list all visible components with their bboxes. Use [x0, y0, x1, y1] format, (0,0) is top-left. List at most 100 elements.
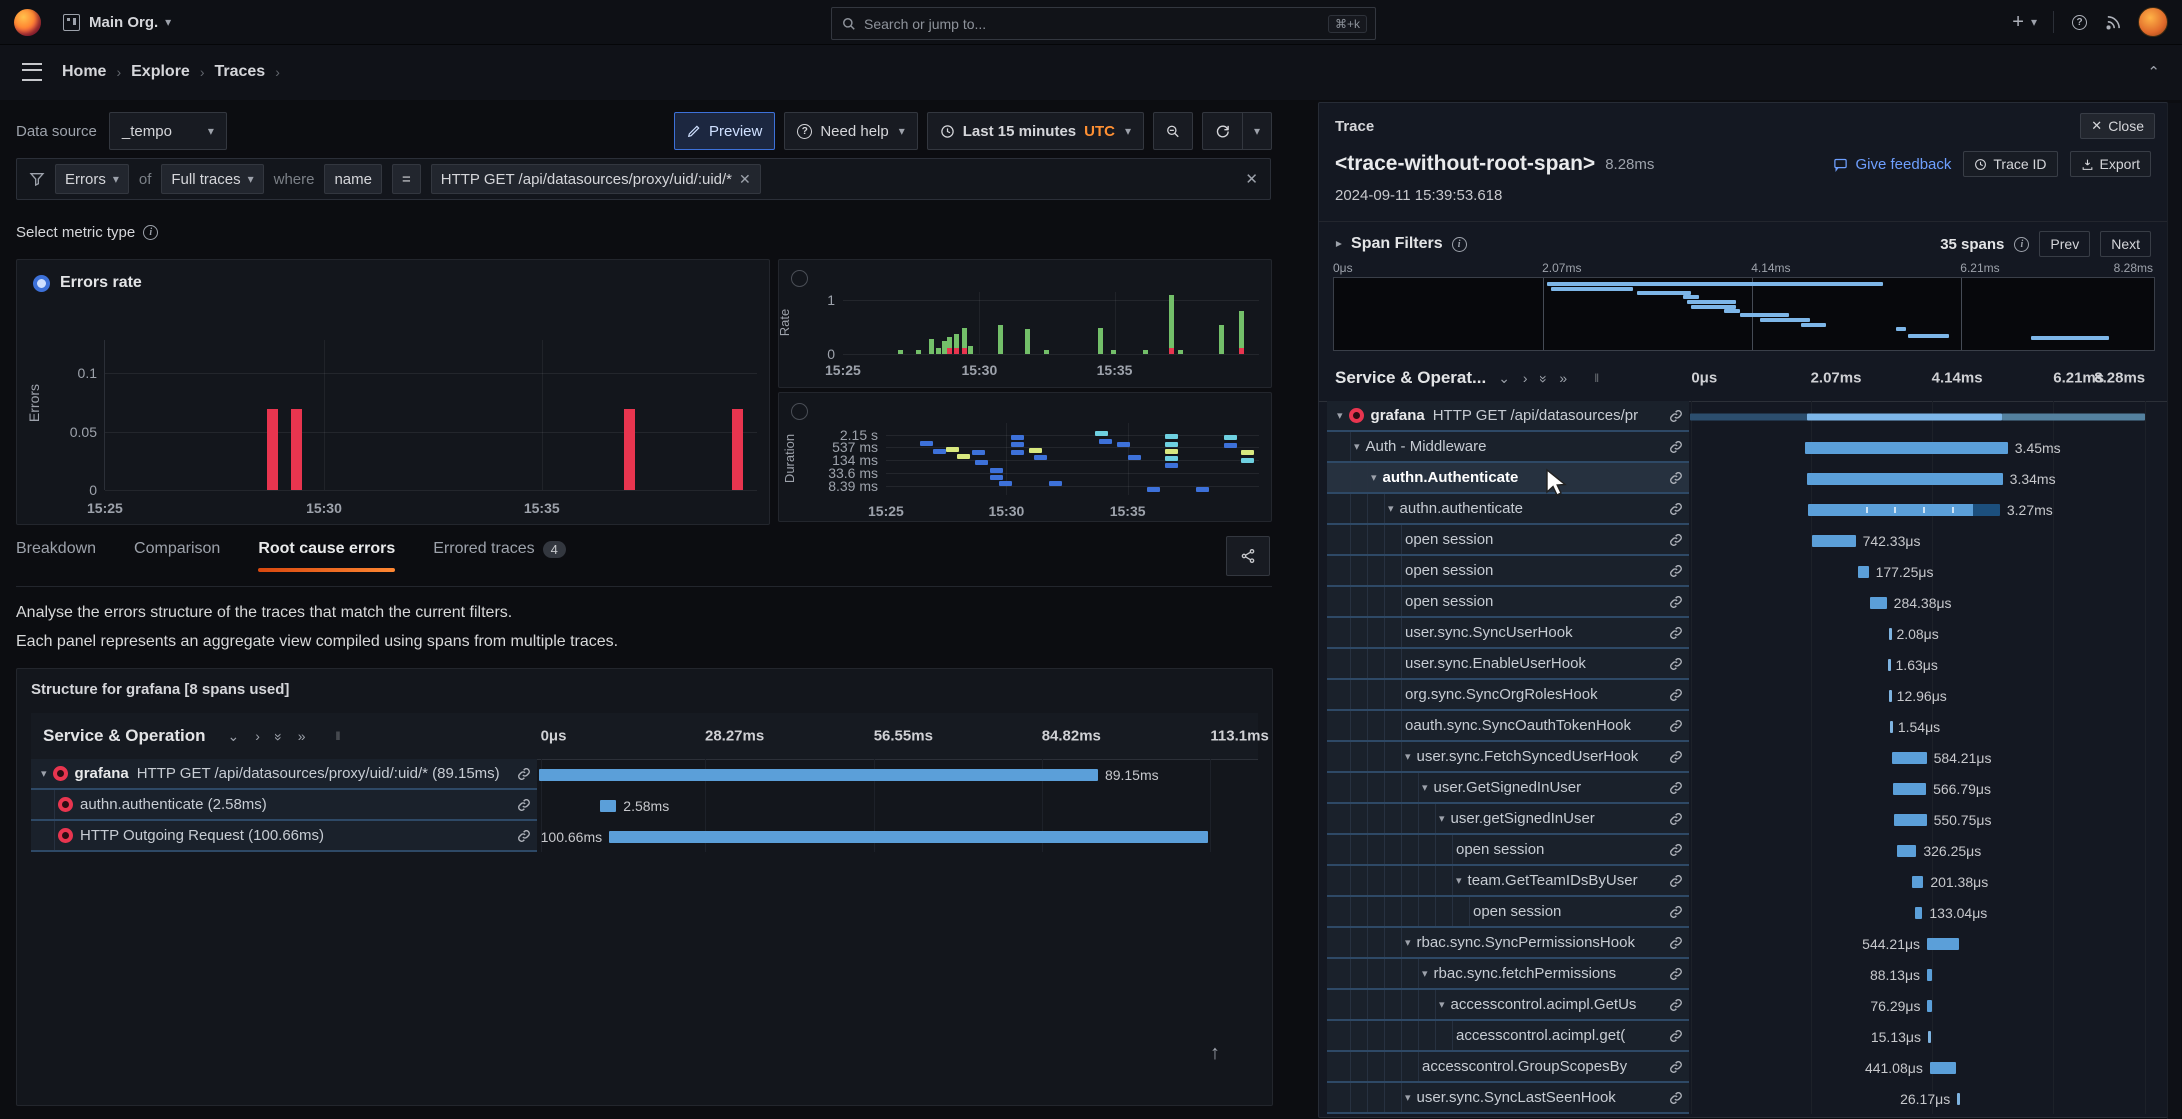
span-bar[interactable] — [1927, 938, 1959, 950]
span-name-cell[interactable]: open session — [1327, 897, 1689, 928]
span-filters-label[interactable]: Span Filters — [1351, 235, 1443, 253]
collapse-one-icon[interactable]: ⌄ — [1498, 370, 1510, 387]
link-icon[interactable] — [1669, 688, 1683, 702]
span-row[interactable]: ▾rbac.sync.fetchPermissions88.13μs — [1327, 959, 2153, 990]
tab-comparison[interactable]: Comparison — [134, 540, 220, 572]
breadcrumb[interactable]: Home›Explore›Traces› — [62, 63, 280, 81]
need-help-button[interactable]: ? Need help▾ — [784, 112, 917, 150]
filter-value[interactable]: HTTP GET /api/datasources/proxy/uid/:uid… — [431, 164, 761, 194]
close-button[interactable]: ✕Close — [2080, 113, 2155, 139]
link-icon[interactable] — [1669, 719, 1683, 733]
span-name-cell[interactable]: ▾user.getSignedInUser — [1327, 804, 1689, 835]
collapse-all-icon[interactable]: » — [271, 733, 287, 739]
span-bar[interactable] — [1858, 566, 1868, 578]
collapse-one-icon[interactable]: ⌄ — [228, 728, 240, 745]
span-timeline-cell[interactable]: 1.63μs — [1689, 649, 2153, 680]
grafana-logo[interactable] — [14, 9, 41, 36]
trace-minimap[interactable] — [1333, 277, 2155, 351]
span-timeline-cell[interactable]: 284.38μs — [1689, 587, 2153, 618]
expand-all-icon[interactable]: » — [298, 728, 306, 744]
span-timeline-cell[interactable]: 326.25μs — [1689, 835, 2153, 866]
span-row[interactable]: ▾Auth - Middleware3.45ms — [1327, 432, 2153, 463]
span-row[interactable]: ▾user.sync.SyncLastSeenHook26.17μs — [1327, 1083, 2153, 1114]
prev-button[interactable]: Prev — [2039, 231, 2090, 257]
link-icon[interactable] — [1669, 409, 1683, 423]
chevron-down-icon[interactable]: ▾ — [1439, 812, 1445, 825]
rate-chart[interactable]: 1015:2515:3015:35 — [843, 292, 1259, 354]
expand-one-icon[interactable]: › — [255, 728, 260, 744]
span-name-cell[interactable]: ▾rbac.sync.fetchPermissions — [1327, 959, 1689, 990]
span-row[interactable]: open session177.25μs — [1327, 556, 2153, 587]
link-icon[interactable] — [1669, 998, 1683, 1012]
zoom-out-button[interactable] — [1153, 112, 1193, 150]
span-name-cell[interactable]: ▾team.GetTeamIDsByUser — [1327, 866, 1689, 897]
span-row[interactable]: ▾authn.Authenticate3.34ms — [1327, 463, 2153, 494]
span-bar[interactable] — [1894, 814, 1926, 826]
span-timeline-cell[interactable]: 76.29μs — [1689, 990, 2153, 1021]
expand-all-icon[interactable]: » — [1559, 370, 1567, 386]
duration-radio[interactable] — [791, 403, 808, 420]
span-name-cell[interactable]: ▾accesscontrol.acimpl.GetUs — [1327, 990, 1689, 1021]
span-name-cell[interactable]: ▾authn.Authenticate — [1327, 463, 1689, 494]
chevron-down-icon[interactable]: ▾ — [1422, 967, 1428, 980]
span-bar[interactable] — [1808, 504, 2000, 516]
give-feedback-link[interactable]: Give feedback — [1833, 156, 1951, 173]
errors-chart[interactable]: 0.10.05015:2515:3015:35 — [104, 340, 757, 490]
collapse-all-icon[interactable]: » — [1535, 375, 1551, 381]
chevron-down-icon[interactable]: ▾ — [1354, 440, 1360, 453]
span-row[interactable]: ▾authn.authenticate3.27ms — [1327, 494, 2153, 525]
span-bar[interactable] — [600, 800, 616, 812]
span-row[interactable]: user.sync.SyncUserHook2.08μs — [1327, 618, 2153, 649]
chevron-down-icon[interactable]: ▾ — [1405, 1091, 1411, 1104]
link-icon[interactable] — [517, 829, 531, 843]
span-timeline-cell[interactable]: 133.04μs — [1689, 897, 2153, 928]
news-icon[interactable] — [2105, 14, 2122, 31]
span-name-cell[interactable]: accesscontrol.acimpl.get( — [1327, 1021, 1689, 1052]
span-timeline-cell[interactable]: 12.96μs — [1689, 680, 2153, 711]
clear-filters-icon[interactable]: ✕ — [1245, 170, 1258, 188]
span-name-cell[interactable]: authn.authenticate (2.58ms) — [31, 790, 537, 821]
span-bar[interactable] — [1912, 876, 1924, 888]
span-row[interactable]: HTTP Outgoing Request (100.66ms)100.66ms — [31, 821, 1258, 852]
link-icon[interactable] — [1669, 750, 1683, 764]
span-row[interactable]: accesscontrol.acimpl.get(15.13μs — [1327, 1021, 2153, 1052]
chevron-down-icon[interactable]: ▾ — [1456, 874, 1462, 887]
span-timeline-cell[interactable]: 544.21μs — [1689, 928, 2153, 959]
span-row[interactable]: open session326.25μs — [1327, 835, 2153, 866]
span-timeline-cell[interactable]: 2.08μs — [1689, 618, 2153, 649]
span-bar[interactable] — [609, 831, 1207, 843]
link-icon[interactable] — [1669, 936, 1683, 950]
chevron-down-icon[interactable]: ▾ — [1337, 409, 1343, 422]
chevron-down-icon[interactable]: ▾ — [41, 767, 47, 780]
span-row[interactable]: user.sync.EnableUserHook1.63μs — [1327, 649, 2153, 680]
org-switcher[interactable]: Main Org. — [89, 14, 158, 31]
span-row[interactable]: ▾user.GetSignedInUser566.79μs — [1327, 773, 2153, 804]
column-resize-handle[interactable]: ‖ — [336, 729, 342, 743]
expand-one-icon[interactable]: › — [1523, 370, 1528, 386]
span-timeline-cell[interactable]: 26.17μs — [1689, 1083, 2153, 1114]
link-icon[interactable] — [1669, 1060, 1683, 1074]
span-bar[interactable] — [1897, 845, 1916, 857]
errors-rate-radio[interactable] — [33, 275, 50, 292]
search-input[interactable]: Search or jump to... ⌘+k — [831, 7, 1376, 40]
span-bar[interactable] — [1890, 721, 1893, 733]
scrollbar-track[interactable] — [2167, 103, 2181, 1119]
span-row[interactable]: oauth.sync.SyncOauthTokenHook1.54μs — [1327, 711, 2153, 742]
span-bar[interactable] — [1807, 473, 2003, 485]
rate-radio[interactable] — [791, 270, 808, 287]
span-name-cell[interactable]: oauth.sync.SyncOauthTokenHook — [1327, 711, 1689, 742]
tab-root-cause-errors[interactable]: Root cause errors — [258, 540, 395, 572]
link-icon[interactable] — [1669, 626, 1683, 640]
span-row[interactable]: ▾grafanaHTTP GET /api/datasources/proxy/… — [31, 759, 1258, 790]
span-name-cell[interactable]: open session — [1327, 835, 1689, 866]
span-bar[interactable] — [1927, 1000, 1932, 1012]
span-name-cell[interactable]: ▾rbac.sync.SyncPermissionsHook — [1327, 928, 1689, 959]
chevron-down-icon[interactable]: ▾ — [1405, 936, 1411, 949]
span-bar[interactable] — [1889, 628, 1892, 640]
span-timeline-cell[interactable]: 441.08μs — [1689, 1052, 2153, 1083]
span-name-cell[interactable]: ▾authn.authenticate — [1327, 494, 1689, 525]
span-timeline-cell[interactable]: 566.79μs — [1689, 773, 2153, 804]
column-resize-handle[interactable]: ‖ — [1594, 371, 1600, 385]
span-name-cell[interactable]: ▾user.GetSignedInUser — [1327, 773, 1689, 804]
link-icon[interactable] — [1669, 1029, 1683, 1043]
